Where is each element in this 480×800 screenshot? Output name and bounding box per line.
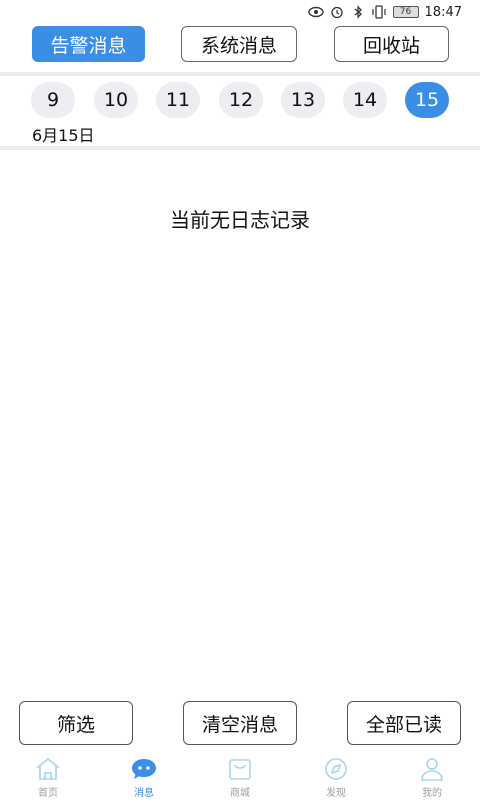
nav-item-mall[interactable]: 商城 [192,752,288,800]
vibrate-icon [371,5,387,19]
message-icon [129,756,159,782]
nav-item-home[interactable]: 首页 [0,752,96,800]
bottom-nav: 首页 消息 商城 发现 我的 [0,752,480,800]
date-selector: 9 10 11 12 13 14 15 [0,80,480,120]
nav-item-messages[interactable]: 消息 [96,752,192,800]
nav-label: 商城 [230,788,250,799]
selected-date-label: 6月15日 [32,126,95,145]
battery-indicator: 76 [392,6,419,18]
nav-item-profile[interactable]: 我的 [384,752,480,800]
home-icon [33,756,63,782]
date-chip-selected[interactable]: 15 [405,82,449,118]
date-chip[interactable]: 12 [219,82,263,118]
date-chip[interactable]: 9 [31,82,75,118]
date-chip[interactable]: 11 [156,82,200,118]
tab-system-messages[interactable]: 系统消息 [181,26,297,62]
eye-icon [307,5,324,19]
nav-label: 发现 [326,788,346,799]
date-chip[interactable]: 10 [94,82,138,118]
bluetooth-icon [350,5,366,19]
clear-messages-button[interactable]: 清空消息 [183,701,297,745]
filter-button[interactable]: 筛选 [19,701,133,745]
divider [0,72,480,76]
user-icon [417,756,447,782]
nav-label: 消息 [134,788,154,799]
status-time: 18:47 [424,4,462,20]
nav-label: 首页 [38,788,58,799]
date-chip[interactable]: 13 [281,82,325,118]
tab-alarm-messages[interactable]: 告警消息 [32,26,145,62]
status-bar: 76 18:47 [0,0,480,24]
shopping-bag-icon [225,756,255,782]
mark-all-read-button[interactable]: 全部已读 [347,701,461,745]
nav-item-discover[interactable]: 发现 [288,752,384,800]
nav-label: 我的 [422,788,442,799]
date-chip[interactable]: 14 [343,82,387,118]
tab-recycle-bin[interactable]: 回收站 [334,26,449,62]
empty-state-message: 当前无日志记录 [170,208,310,232]
message-tabs: 告警消息 系统消息 回收站 [0,24,480,70]
compass-icon [321,756,351,782]
alarm-clock-icon [329,5,345,19]
divider [0,146,480,150]
